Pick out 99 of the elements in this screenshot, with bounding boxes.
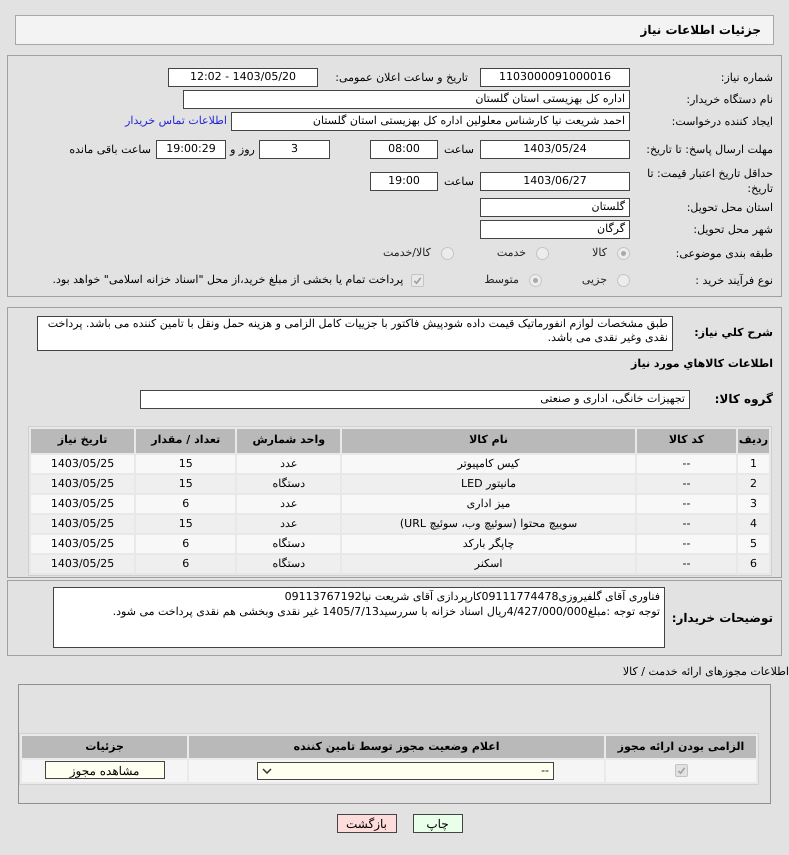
table-cell: میز اداری	[342, 494, 635, 512]
date-field: 1403/05/24	[480, 140, 630, 158]
back-button[interactable]: بازگشت	[336, 814, 396, 833]
requester-field: احمد شریعت نیا کارشناس معلولین اداره کل بهزیستی استان گلستان	[231, 112, 630, 130]
table-cell: 15	[136, 514, 236, 532]
time-field: 19:00	[370, 172, 438, 190]
radio-button[interactable]	[528, 274, 542, 287]
dropdown-value: --	[541, 762, 550, 779]
field-label: مهلت ارسال پاسخ: تا تاریخ:	[645, 142, 773, 156]
table-cell: 1403/05/25	[31, 474, 134, 492]
table-cell: دستگاه	[237, 534, 340, 552]
table-cell: 4	[738, 514, 769, 532]
column-header: تعداد / مقدار	[136, 428, 236, 452]
table-cell: 1	[738, 454, 769, 472]
field-label: شرح کلي نياز:	[693, 325, 773, 342]
city-field: گرگان	[480, 220, 630, 238]
print-button[interactable]: چاپ	[412, 814, 462, 833]
column-header: کد کالا	[636, 428, 736, 452]
contact-link[interactable]: اطلاعات تماس خریدار	[125, 112, 227, 130]
table-cell: 1403/05/25	[31, 554, 134, 572]
table-cell: --	[636, 494, 736, 512]
table-cell: اسکنر	[342, 554, 635, 572]
field-label: حداقل تاریخ اعتبار قیمت: تا تاریخ:	[646, 166, 773, 196]
time-field: 08:00	[370, 140, 438, 158]
field-label: گروه کالا:	[714, 391, 773, 408]
field-label: روز و	[228, 142, 256, 156]
field-label: شماره نیاز:	[720, 70, 773, 84]
table-cell: 6	[738, 554, 769, 572]
field-label: ساعت	[443, 142, 475, 156]
checkbox-label: پرداخت تمام یا بخشی از مبلغ خرید،از محل "اسناد خزانه اسلامی" خواهد بود.	[52, 272, 404, 288]
table-cell: 1403/05/25	[31, 494, 134, 512]
table-cell: 6	[136, 554, 236, 572]
field-label: ساعت باقی مانده	[69, 142, 151, 156]
table-cell: عدد	[237, 514, 340, 532]
table-cell: دستگاه	[237, 474, 340, 492]
table-cell: --	[636, 454, 736, 472]
field-label: ایجاد کننده درخواست:	[670, 114, 773, 128]
table-cell: عدد	[237, 494, 340, 512]
section-title: اطلاعات مجوزهای ارائه خدمت / کالا	[622, 664, 789, 680]
buyer-field: اداره کل بهزیستی استان گلستان	[183, 90, 630, 108]
table-cell: عدد	[237, 454, 340, 472]
table-cell: سوییچ محتوا (سوئیچ وب، سوئیچ URL)	[342, 514, 635, 532]
province-field: گلستان	[480, 198, 630, 216]
table-cell: 1403/05/25	[31, 454, 134, 472]
table-cell: 15	[136, 474, 236, 492]
table-cell: 3	[738, 494, 769, 512]
column-header: جزئیات	[22, 736, 188, 758]
column-header: الزامی بودن ارائه مجوز	[606, 736, 756, 758]
table-cell: 2	[738, 474, 769, 492]
field-label: توضیحات خریدار:	[670, 610, 773, 626]
field-label: استان محل تحویل:	[686, 200, 773, 214]
field-label: تاریخ و ساعت اعلان عمومی:	[334, 70, 468, 84]
column-header: تاریخ نیاز	[31, 428, 134, 452]
field-label: نام دستگاه خریدار:	[685, 92, 773, 106]
table-cell: --	[636, 534, 736, 552]
radio-button[interactable]	[440, 247, 454, 260]
section-title: اطلاعات کالاهاي مورد نياز	[630, 356, 773, 372]
table-cell: چاپگر بارکد	[342, 534, 635, 552]
goods-group-field: تجهیزات خانگی، اداری و صنعتی	[140, 390, 690, 408]
table-cell: --	[636, 554, 736, 572]
page-title: جزئیات اطلاعات نیاز	[640, 22, 761, 39]
table-cell: 6	[136, 494, 236, 512]
table-cell: 15	[136, 454, 236, 472]
radio-label: متوسط	[484, 272, 519, 288]
chevron-down-icon	[262, 768, 272, 774]
announcement-field: 1403/05/20 - 12:02	[168, 68, 318, 86]
radio-label: کالا/خدمت	[383, 245, 431, 262]
column-header: ردیف	[738, 428, 769, 452]
field-label: شهر محل تحویل:	[692, 222, 773, 236]
checkbox[interactable]	[411, 274, 424, 287]
table-cell: دستگاه	[237, 554, 340, 572]
table-cell: 5	[738, 534, 769, 552]
table-cell: کیس کامپیوتر	[342, 454, 635, 472]
remaining-time-field: 19:00:29	[156, 140, 226, 158]
column-header: اعلام وضعیت مجوز توسط تامین کننده	[189, 736, 604, 758]
need-number-field: 1103000091000016	[480, 68, 630, 86]
table-cell: 1403/05/25	[31, 514, 134, 532]
buyer-notes-field: فناوری آقای گلفیروزی09111774478کارپردازی آقای شریعت نیا09113767192 توجه توجه :مبلغ4/427/000/000ریال اسناد خزانه با سررسید1405/7/13 غیر نقدی وبخشی هم نقدی پرداخت می شود.	[53, 587, 665, 648]
table-cell: 6	[136, 534, 236, 552]
field-label: ساعت	[443, 174, 475, 188]
radio-label: جزیی	[582, 272, 607, 288]
radio-label: خدمت	[496, 245, 526, 262]
description-field: طبق مشخصات لوازم انفورماتیک قیمت داده شودپیش فاکتور با جزییات کامل الزامی و هزینه حمل ونقل با تامین کننده می باشد. پرداخت نقدی وغیر نقدی می باشد.	[37, 316, 673, 351]
radio-button[interactable]	[617, 247, 630, 260]
radio-label: کالا	[592, 245, 607, 262]
table-cell: --	[636, 474, 736, 492]
date-field: 1403/06/27	[480, 172, 630, 190]
table-cell: مانیتور LED	[342, 474, 635, 492]
column-header: واحد شمارش	[237, 428, 340, 452]
view-permit-button[interactable]: مشاهده مجوز	[44, 761, 165, 780]
field-label: نوع فرآیند خرید :	[694, 273, 773, 288]
radio-button[interactable]	[536, 247, 550, 260]
table-cell: --	[636, 514, 736, 532]
radio-button[interactable]	[617, 274, 630, 287]
column-header: نام کالا	[342, 428, 635, 452]
table-cell: 1403/05/25	[31, 534, 134, 552]
status-dropdown[interactable]: --	[257, 762, 554, 780]
days-field: 3	[259, 140, 330, 158]
field-label: طبقه بندی موضوعی:	[674, 246, 773, 261]
